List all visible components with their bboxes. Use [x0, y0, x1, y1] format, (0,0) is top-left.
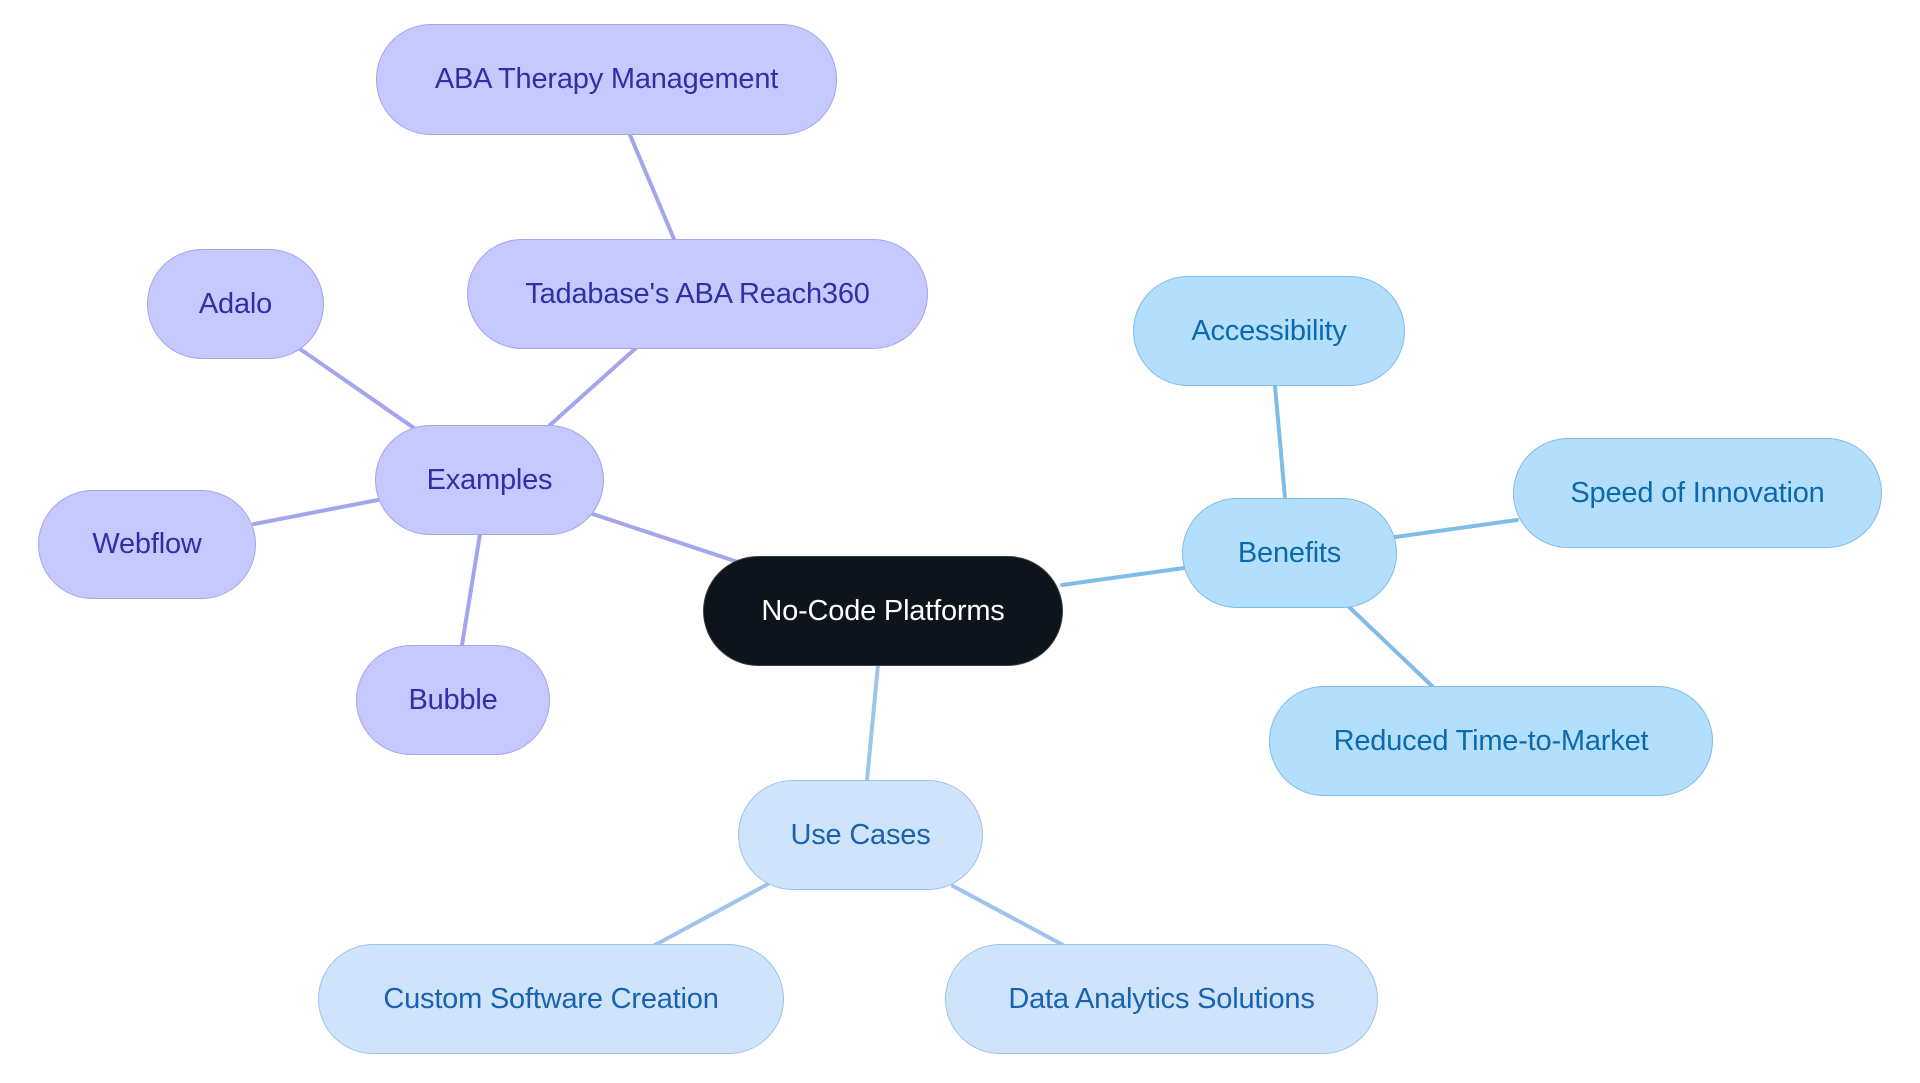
node-webflow[interactable]: Webflow	[38, 490, 256, 599]
node-custom-software-creation[interactable]: Custom Software Creation	[318, 944, 784, 1054]
edge-root-usecases	[865, 663, 880, 782]
node-tadabase-aba-reach360[interactable]: Tadabase's ABA Reach360	[467, 239, 928, 349]
node-aba-therapy-management[interactable]: ABA Therapy Management	[376, 24, 837, 135]
edge-examples-tadabase	[548, 346, 638, 427]
edge-benefits-reduced	[1345, 603, 1434, 688]
node-no-code-platforms[interactable]: No-Code Platforms	[703, 556, 1063, 666]
node-examples[interactable]: Examples	[375, 425, 604, 535]
edge-examples-adalo	[298, 347, 416, 430]
edge-examples-bubble	[460, 532, 482, 647]
node-benefits[interactable]: Benefits	[1182, 498, 1397, 608]
edge-root-benefits	[1060, 566, 1186, 587]
edge-benefits-speed	[1393, 518, 1519, 539]
node-reduced-time-to-market[interactable]: Reduced Time-to-Market	[1269, 686, 1713, 796]
edge-benefits-accessibility	[1273, 384, 1287, 500]
node-adalo[interactable]: Adalo	[147, 249, 324, 359]
edge-examples-webflow	[252, 498, 380, 526]
node-use-cases[interactable]: Use Cases	[738, 780, 983, 890]
node-speed-of-innovation[interactable]: Speed of Innovation	[1513, 438, 1882, 548]
edge-tadabase-aba	[628, 133, 676, 241]
edge-usecases-custom	[653, 882, 770, 947]
node-bubble[interactable]: Bubble	[356, 645, 550, 755]
node-data-analytics-solutions[interactable]: Data Analytics Solutions	[945, 944, 1378, 1054]
node-accessibility[interactable]: Accessibility	[1133, 276, 1405, 386]
edge-usecases-data	[951, 884, 1065, 947]
